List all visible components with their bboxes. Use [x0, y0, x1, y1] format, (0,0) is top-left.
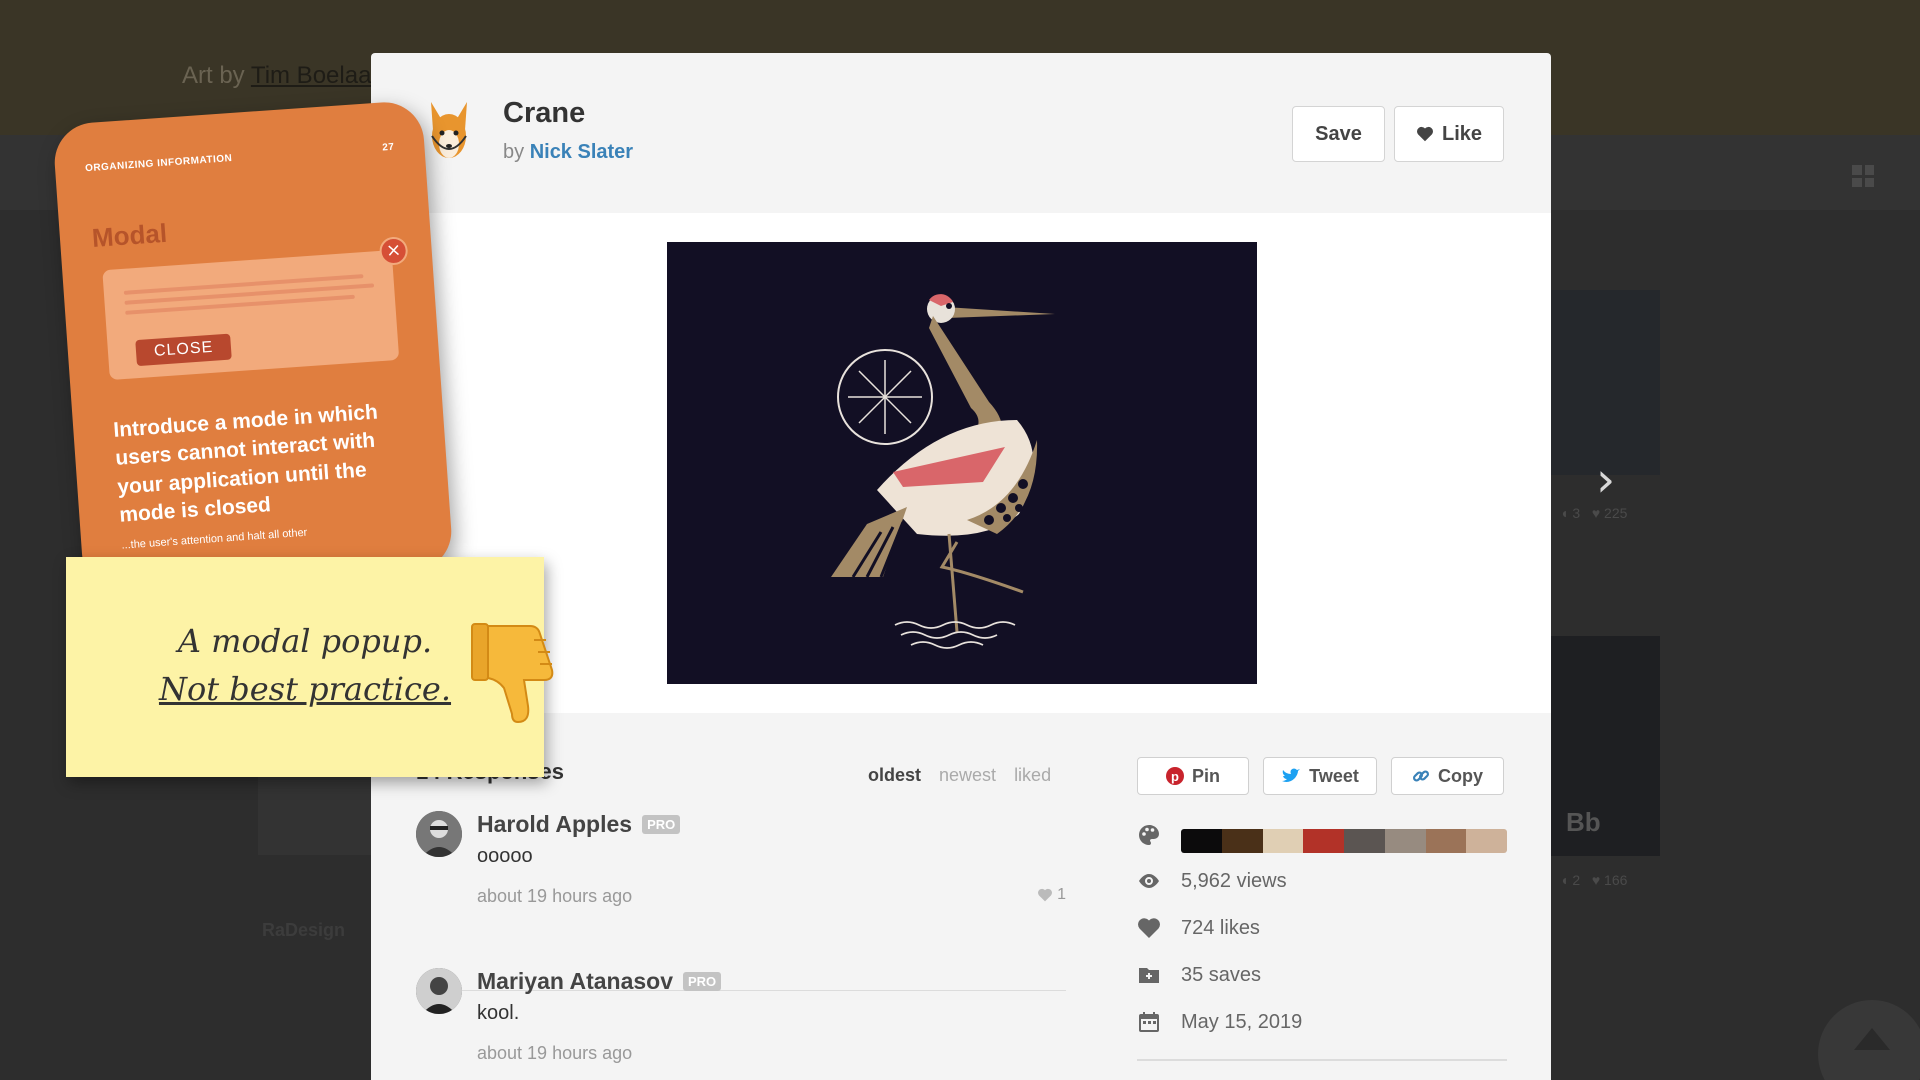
background-shot-stats: ◖ 3 ♥ 225	[1560, 505, 1628, 521]
color-palette-row	[1137, 823, 1507, 853]
background-shot-stats: ◖ 2 ♥ 166	[1560, 872, 1628, 888]
copy-link-button[interactable]: Copy	[1391, 757, 1504, 795]
comment-timestamp: about 19 hours ago	[477, 1043, 633, 1063]
sort-tab-liked[interactable]: liked	[1014, 765, 1051, 786]
color-swatch[interactable]	[1344, 829, 1385, 853]
eye-icon	[1139, 874, 1159, 888]
grid-view-icon[interactable]	[1852, 165, 1874, 187]
shot-modal: Crane by Nick Slater Save Like oldest ne…	[371, 53, 1551, 1080]
next-shot-arrow-icon[interactable]: ›	[1596, 456, 1626, 504]
thumbs-down-icon	[471, 623, 554, 724]
sort-tab-newest[interactable]: newest	[939, 765, 996, 786]
comment-like-button[interactable]: 1	[1037, 886, 1066, 904]
comment-author: Harold Apples PRO	[477, 811, 681, 838]
twitter-icon	[1282, 768, 1301, 782]
pinterest-icon: p	[1165, 767, 1184, 785]
color-swatch[interactable]	[1466, 829, 1507, 853]
tweet-button[interactable]: Tweet	[1263, 757, 1377, 795]
pattern-card-title: Modal	[90, 217, 168, 253]
avatar[interactable]	[416, 968, 462, 1014]
save-button[interactable]: Save	[1292, 106, 1385, 162]
comment-text: ooooo	[477, 845, 533, 867]
modal-header: Crane by Nick Slater Save Like	[371, 53, 1551, 213]
color-swatch[interactable]	[1384, 829, 1426, 853]
color-swatch[interactable]	[1221, 829, 1263, 853]
modal-illustration: CLOSE	[102, 250, 400, 381]
pro-badge: PRO	[642, 815, 681, 834]
folder-plus-icon	[1139, 968, 1159, 983]
comment-text: kool.	[477, 1002, 520, 1024]
calendar-icon	[1139, 1012, 1159, 1032]
pattern-card-description: Introduce a mode in which users cannot i…	[112, 400, 379, 527]
crane-artwork[interactable]	[667, 242, 1257, 684]
shot-title: Crane	[503, 97, 586, 129]
shot-author-link[interactable]: Nick Slater	[530, 141, 633, 163]
pro-badge: PRO	[683, 972, 722, 991]
color-swatch[interactable]	[1303, 829, 1344, 853]
saves-stat[interactable]: 35 saves	[1137, 963, 1261, 987]
color-swatch[interactable]	[1181, 829, 1222, 853]
avatar[interactable]	[416, 811, 462, 857]
response-sort-tabs: oldest newest liked	[868, 765, 1051, 786]
views-stat: 5,962 views	[1137, 869, 1287, 893]
background-shot-thumbnail[interactable]: Bb	[1550, 636, 1660, 856]
svg-text:p: p	[1171, 769, 1179, 784]
background-author-name[interactable]: RaDesign	[262, 920, 345, 941]
date-stat: May 15, 2019	[1137, 1010, 1302, 1034]
pattern-card-header: ORGANIZING INFORMATION 27	[84, 141, 395, 175]
background-shot-thumbnail[interactable]	[1550, 290, 1660, 475]
comment-timestamp: about 19 hours ago	[477, 886, 633, 906]
color-swatch[interactable]	[1262, 829, 1304, 853]
background-thumb-label: Bb	[1566, 807, 1601, 837]
corgi-avatar-icon[interactable]	[427, 100, 471, 164]
color-palette	[1181, 829, 1507, 853]
illustration-close-button: CLOSE	[135, 333, 233, 367]
sort-tab-oldest[interactable]: oldest	[868, 765, 921, 786]
color-swatch[interactable]	[1425, 829, 1467, 853]
comment-author: Mariyan Atanasov PRO	[477, 968, 722, 995]
art-credit: Art by Tim Boelaars	[182, 62, 392, 89]
comment: Harold Apples PRO ooooo about 19 hours a…	[416, 811, 1066, 991]
pattern-card: ORGANIZING INFORMATION 27 Modal CLOSE × …	[52, 99, 454, 595]
like-button[interactable]: Like	[1394, 106, 1504, 162]
share-buttons: p Pin Tweet Copy	[1137, 757, 1504, 795]
likes-stat[interactable]: 724 likes	[1137, 916, 1260, 940]
shot-byline: by Nick Slater	[503, 141, 634, 163]
heart-icon	[1138, 918, 1160, 938]
palette-icon	[1139, 825, 1159, 845]
heart-icon	[1417, 126, 1433, 142]
sidebar-divider	[1137, 1059, 1507, 1061]
heart-icon	[1038, 888, 1053, 902]
pin-button[interactable]: p Pin	[1137, 757, 1249, 795]
link-icon	[1412, 770, 1430, 782]
